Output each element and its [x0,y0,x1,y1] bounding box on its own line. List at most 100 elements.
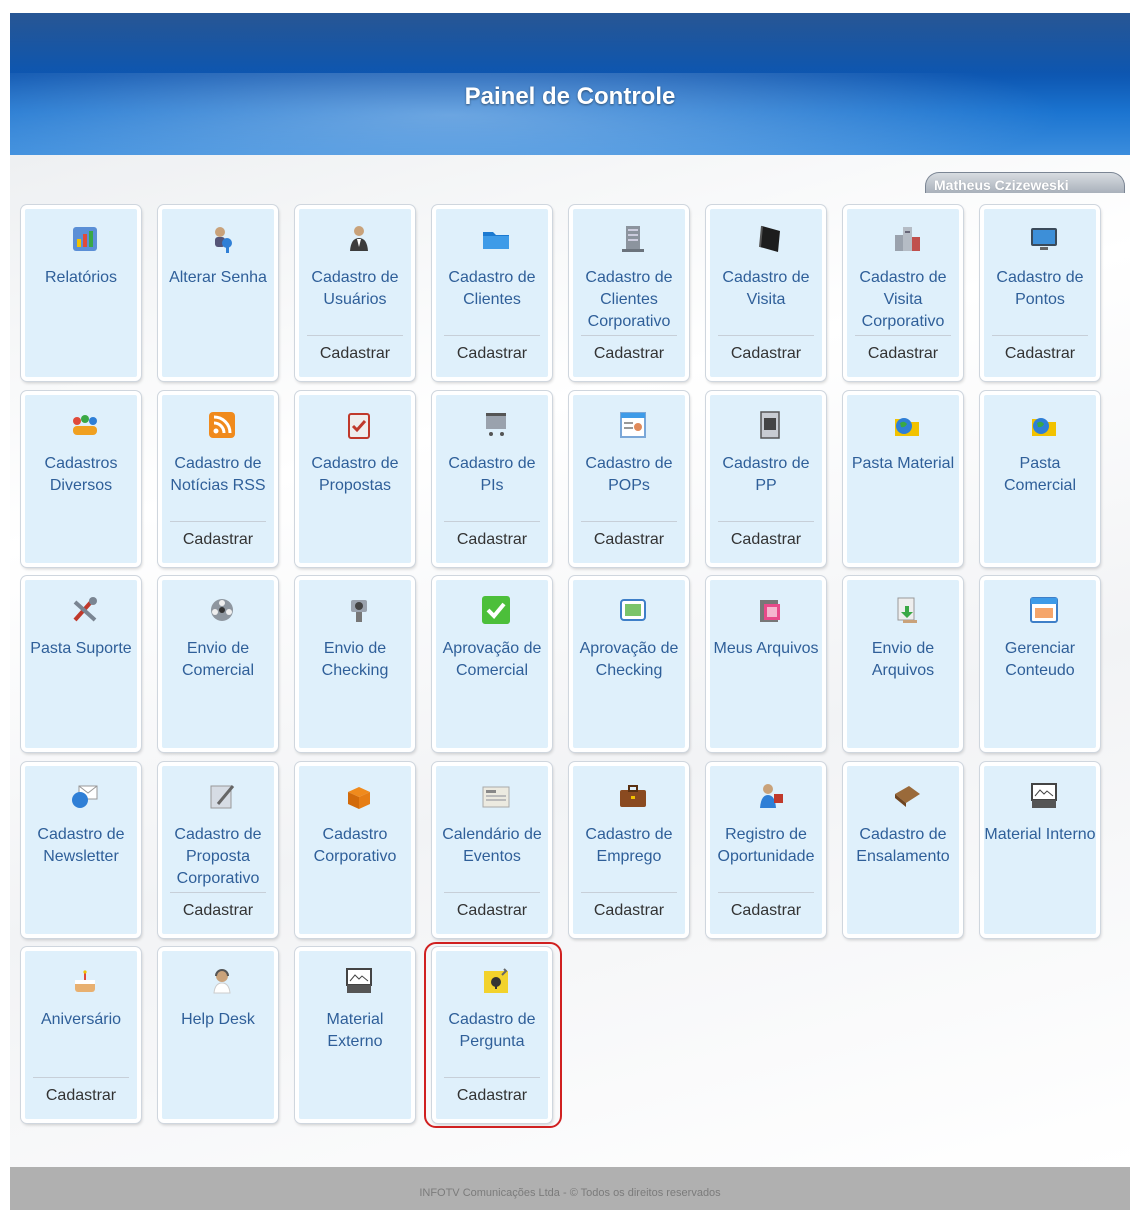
tile-cadastro-de-emprego[interactable]: Cadastro de Emprego Cadastrar [569,762,689,938]
cadastrar-button[interactable]: Cadastrar [984,345,1096,363]
cadastrar-button[interactable]: Cadastrar [436,902,548,920]
cadastrar-button[interactable]: Cadastrar [162,902,274,920]
tile-label[interactable]: Cadastro Corporativo [299,824,411,868]
tile-meus-arquivos[interactable]: Meus Arquivos [706,576,826,752]
globe-folder-icon [891,409,923,441]
tile-label[interactable]: Cadastro de Proposta Corporativo [162,824,274,890]
tile-label[interactable]: Cadastro de POPs [573,453,685,497]
tile-cadastro-de-pis[interactable]: Cadastro de PIs Cadastrar [432,391,552,567]
tile-aprovacao-de-comercial[interactable]: Aprovação de Comercial [432,576,552,752]
tile-label[interactable]: Cadastro de Clientes [436,267,548,311]
cadastrar-button[interactable]: Cadastrar [162,531,274,549]
tile-pasta-material[interactable]: Pasta Material [843,391,963,567]
user-name-tab[interactable]: Matheus Czizeweski [925,172,1125,193]
tile-envio-de-arquivos[interactable]: Envio de Arquivos [843,576,963,752]
people-group-icon [69,409,101,441]
tile-label[interactable]: Pasta Comercial [984,453,1096,497]
tile-label[interactable]: Envio de Comercial [162,638,274,682]
cadastrar-button[interactable]: Cadastrar [710,531,822,549]
tile-cadastro-de-pergunta[interactable]: Cadastro de Pergunta Cadastrar [432,947,552,1123]
tile-label[interactable]: Cadastros Diversos [25,453,137,497]
tile-label[interactable]: Cadastro de Newsletter [25,824,137,868]
tile-label[interactable]: Envio de Checking [299,638,411,682]
tile-cadastro-de-clientes-corporativo[interactable]: Cadastro de Clientes Corporativo Cadastra… [569,205,689,381]
tile-divider [718,335,814,336]
tile-label[interactable]: Envio de Arquivos [847,638,959,682]
tile-cadastro-de-proposta-corporativo[interactable]: Cadastro de Proposta Corporativo Cadastra… [158,762,278,938]
tile-relatorios[interactable]: Relatórios [21,205,141,381]
tile-label[interactable]: Cadastro de PIs [436,453,548,497]
cadastrar-button[interactable]: Cadastrar [25,1087,137,1105]
tile-alterar-senha[interactable]: Alterar Senha [158,205,278,381]
tile-cadastro-de-pp[interactable]: Cadastro de PP Cadastrar [706,391,826,567]
cadastrar-button[interactable]: Cadastrar [299,345,411,363]
tile-label[interactable]: Alterar Senha [162,267,274,289]
tile-label[interactable]: Cadastro de Visita Corporativo [847,267,959,333]
tile-divider [855,335,951,336]
presentation-board-icon [343,965,375,997]
tile-label[interactable]: Relatórios [25,267,137,289]
tile-label[interactable]: Calendário de Eventos [436,824,548,868]
cadastrar-button[interactable]: Cadastrar [436,345,548,363]
tile-material-externo[interactable]: Material Externo [295,947,415,1123]
tile-label[interactable]: Pasta Material [847,453,959,475]
tile-cadastros-diversos[interactable]: Cadastros Diversos [21,391,141,567]
tile-label[interactable]: Material Interno [984,824,1096,846]
document-image-icon [754,409,786,441]
tile-label[interactable]: Pasta Suporte [25,638,137,660]
tile-label[interactable]: Cadastro de Emprego [573,824,685,868]
tile-label[interactable]: Meus Arquivos [710,638,822,660]
tile-cadastro-de-ensalamento[interactable]: Cadastro de Ensalamento [843,762,963,938]
cadastrar-button[interactable]: Cadastrar [573,531,685,549]
tile-material-interno[interactable]: Material Interno [980,762,1100,938]
tile-label[interactable]: Cadastro de Usuários [299,267,411,311]
cadastrar-button[interactable]: Cadastrar [436,1087,548,1105]
tile-label[interactable]: Help Desk [162,1009,274,1031]
tile-label[interactable]: Aprovação de Comercial [436,638,548,682]
tile-label[interactable]: Cadastro de Visita [710,267,822,311]
tile-divider [444,892,540,893]
cadastrar-button[interactable]: Cadastrar [573,902,685,920]
tile-cadastro-de-pontos[interactable]: Cadastro de Pontos Cadastrar [980,205,1100,381]
tile-registro-de-oportunidade[interactable]: Registro de Oportunidade Cadastrar [706,762,826,938]
tile-label[interactable]: Aprovação de Checking [573,638,685,682]
tile-label[interactable]: Registro de Oportunidade [710,824,822,868]
tile-label[interactable]: Cadastro de Notícias RSS [162,453,274,497]
tile-label[interactable]: Cadastro de Pergunta [436,1009,548,1053]
tile-label[interactable]: Aniversário [25,1009,137,1031]
tile-label[interactable]: Cadastro de Clientes Corporativo [573,267,685,333]
tile-label[interactable]: Cadastro de Ensalamento [847,824,959,868]
tile-envio-de-comercial[interactable]: Envio de Comercial [158,576,278,752]
tile-calendario-de-eventos[interactable]: Calendário de Eventos Cadastrar [432,762,552,938]
tile-cadastro-de-noticias-rss[interactable]: Cadastro de Notícias RSS Cadastrar [158,391,278,567]
tile-aniversario[interactable]: Aniversário Cadastrar [21,947,141,1123]
tile-cadastro-de-usuarios[interactable]: Cadastro de Usuários Cadastrar [295,205,415,381]
tile-divider [33,1077,129,1078]
tile-pasta-suporte[interactable]: Pasta Suporte [21,576,141,752]
cadastrar-button[interactable]: Cadastrar [710,345,822,363]
tile-cadastro-de-pops[interactable]: Cadastro de POPs Cadastrar [569,391,689,567]
page-title: Painel de Controle [464,83,676,110]
tile-cadastro-de-visita-corporativo[interactable]: Cadastro de Visita Corporativo Cadastrar [843,205,963,381]
tile-cadastro-corporativo[interactable]: Cadastro Corporativo [295,762,415,938]
tile-envio-de-checking[interactable]: Envio de Checking [295,576,415,752]
cadastrar-button[interactable]: Cadastrar [710,902,822,920]
tile-label[interactable]: Material Externo [299,1009,411,1053]
tile-cadastro-de-newsletter[interactable]: Cadastro de Newsletter [21,762,141,938]
report-chart-icon [69,223,101,255]
tile-label[interactable]: Cadastro de Propostas [299,453,411,497]
tile-cadastro-de-propostas[interactable]: Cadastro de Propostas [295,391,415,567]
tile-label[interactable]: Gerenciar Conteudo [984,638,1096,682]
cadastrar-button[interactable]: Cadastrar [573,345,685,363]
tile-pasta-comercial[interactable]: Pasta Comercial [980,391,1100,567]
tile-aprovacao-de-checking[interactable]: Aprovação de Checking [569,576,689,752]
tile-gerenciar-conteudo[interactable]: Gerenciar Conteudo [980,576,1100,752]
tile-label[interactable]: Cadastro de PP [710,453,822,497]
cadastrar-button[interactable]: Cadastrar [436,531,548,549]
footer: INFOTV Comunicações Ltda - © Todos os di… [10,1167,1130,1210]
tile-cadastro-de-clientes[interactable]: Cadastro de Clientes Cadastrar [432,205,552,381]
tile-cadastro-de-visita[interactable]: Cadastro de Visita Cadastrar [706,205,826,381]
tile-label[interactable]: Cadastro de Pontos [984,267,1096,311]
cadastrar-button[interactable]: Cadastrar [847,345,959,363]
tile-help-desk[interactable]: Help Desk [158,947,278,1123]
